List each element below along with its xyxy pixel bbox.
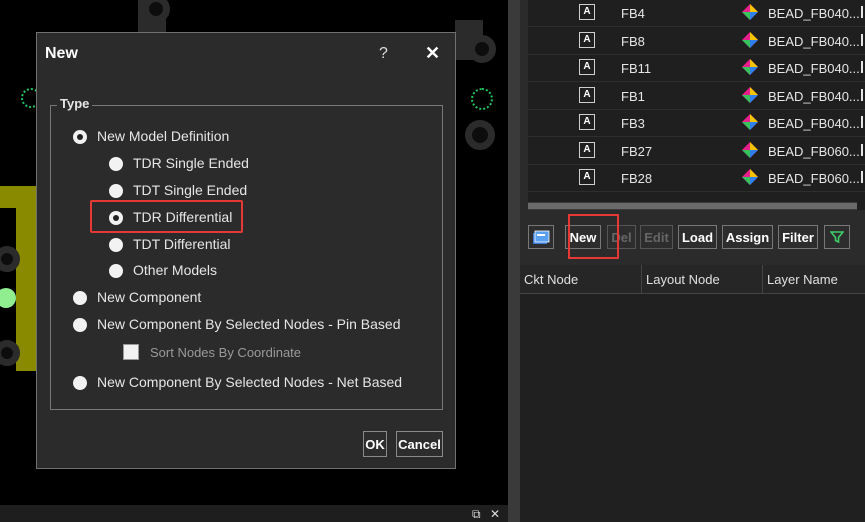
label-sort-nodes[interactable]: Sort Nodes By Coordinate xyxy=(150,345,301,360)
canvas-status-strip xyxy=(0,505,508,522)
radio-new-component[interactable] xyxy=(73,291,87,305)
designator: FB11 xyxy=(621,61,652,76)
list-item[interactable]: A FB11 BEAD_FB040... xyxy=(528,55,865,82)
part-name: BEAD_FB040... xyxy=(768,116,860,131)
list-item[interactable]: A FB4 BEAD_FB040... xyxy=(528,0,865,27)
scrollbar-thumb[interactable] xyxy=(528,203,857,209)
ok-button[interactable]: OK xyxy=(363,431,387,457)
close-icon[interactable]: ✕ xyxy=(490,507,500,521)
model-gem-icon xyxy=(741,113,759,131)
label-tdt-single-ended[interactable]: TDT Single Ended xyxy=(133,182,247,198)
cancel-button[interactable]: Cancel xyxy=(396,431,443,457)
panel-splitter[interactable] xyxy=(508,0,520,522)
clipped-column-edge xyxy=(861,6,863,18)
node-grid-header: Ckt Node Layout Node Layer Name xyxy=(520,265,865,294)
label-new-model-definition[interactable]: New Model Definition xyxy=(97,128,229,144)
model-gem-icon xyxy=(741,58,759,76)
node-grid: Ckt Node Layout Node Layer Name xyxy=(520,265,865,522)
radio-new-component-net-based[interactable] xyxy=(73,376,87,390)
close-icon[interactable]: ✕ xyxy=(425,43,440,64)
horizontal-scrollbar[interactable] xyxy=(528,202,857,210)
via-hole xyxy=(468,35,496,63)
type-group-label: Type xyxy=(57,96,93,111)
clipped-column-edge xyxy=(861,88,863,101)
label-new-component-net-based[interactable]: New Component By Selected Nodes - Net Ba… xyxy=(97,374,402,390)
model-gem-icon xyxy=(741,31,759,49)
designator: FB8 xyxy=(621,33,645,49)
designator: FB3 xyxy=(621,116,645,131)
label-other-models[interactable]: Other Models xyxy=(133,262,217,278)
pad-outline xyxy=(471,88,493,110)
help-icon[interactable]: ? xyxy=(379,45,388,63)
designator: FB27 xyxy=(621,143,653,159)
part-name: BEAD_FB040... xyxy=(768,33,860,49)
list-item[interactable]: A FB8 BEAD_FB040... xyxy=(528,28,865,55)
part-name: BEAD_FB040... xyxy=(768,88,860,104)
label-tdr-single-ended[interactable]: TDR Single Ended xyxy=(133,155,249,171)
radio-tdr-single-ended[interactable] xyxy=(109,157,123,171)
column-header-ckt-node[interactable]: Ckt Node xyxy=(520,265,642,293)
right-panel: A FB4 BEAD_FB040... A FB8 BEAD_FB040... A FB11 B… xyxy=(520,0,865,522)
via-hole xyxy=(465,120,495,150)
filter-button[interactable]: Filter xyxy=(778,225,818,249)
clipped-column-edge xyxy=(861,143,863,156)
component-type-icon: A xyxy=(579,4,595,20)
clipped-column-edge xyxy=(861,116,863,128)
funnel-icon xyxy=(829,231,845,244)
clipped-column-edge xyxy=(861,171,863,183)
new-button-highlight xyxy=(568,214,619,259)
checkbox-sort-nodes[interactable] xyxy=(123,344,139,360)
part-name: BEAD_FB040... xyxy=(768,6,860,21)
new-dialog: New ? ✕ Type New Model Definition TDR Si… xyxy=(36,32,456,469)
dialog-title: New xyxy=(45,45,78,62)
label-new-component-pin-based[interactable]: New Component By Selected Nodes - Pin Ba… xyxy=(97,316,401,332)
radio-new-component-pin-based[interactable] xyxy=(73,318,87,332)
component-type-icon: A xyxy=(579,141,595,158)
library-icon xyxy=(533,230,550,244)
component-type-icon: A xyxy=(579,59,595,75)
column-header-layer-name[interactable]: Layer Name xyxy=(763,265,865,293)
component-type-icon: A xyxy=(579,114,595,130)
designator: FB4 xyxy=(621,6,645,21)
list-item[interactable]: A FB28 BEAD_FB060... xyxy=(528,165,865,192)
component-type-icon: A xyxy=(579,31,595,48)
component-type-icon: A xyxy=(579,86,595,103)
designator: FB1 xyxy=(621,88,645,104)
tdr-differential-highlight xyxy=(90,200,243,233)
part-name: BEAD_FB060... xyxy=(768,171,860,186)
part-name: BEAD_FB040... xyxy=(768,61,860,76)
part-name: BEAD_FB060... xyxy=(768,143,860,159)
list-item[interactable]: A FB27 BEAD_FB060... xyxy=(528,138,865,165)
model-library-button[interactable] xyxy=(528,225,554,249)
pad xyxy=(0,288,16,308)
radio-tdt-single-ended[interactable] xyxy=(109,184,123,198)
model-gem-icon xyxy=(741,3,759,21)
label-new-component[interactable]: New Component xyxy=(97,289,201,305)
model-gem-icon xyxy=(741,86,759,104)
component-type-icon: A xyxy=(579,169,595,185)
list-item[interactable]: A FB3 BEAD_FB040... xyxy=(528,110,865,137)
column-header-layout-node[interactable]: Layout Node xyxy=(642,265,763,293)
designator: FB28 xyxy=(621,171,653,186)
clipped-column-edge xyxy=(861,61,863,73)
model-gem-icon xyxy=(741,168,759,186)
label-tdt-differential[interactable]: TDT Differential xyxy=(133,236,231,252)
assign-button[interactable]: Assign xyxy=(722,225,773,249)
component-list: A FB4 BEAD_FB040... A FB8 BEAD_FB040... A FB11 B… xyxy=(528,0,865,210)
model-gem-icon xyxy=(741,141,759,159)
component-toolbar: New Del Edit Load Assign Filter xyxy=(528,214,865,259)
type-group-box xyxy=(50,105,443,410)
radio-other-models[interactable] xyxy=(109,264,123,278)
list-item[interactable]: A FB1 BEAD_FB040... xyxy=(528,83,865,110)
radio-new-model-definition[interactable] xyxy=(73,130,87,144)
copper-trace xyxy=(16,186,38,371)
edit-button[interactable]: Edit xyxy=(640,225,673,249)
clipped-column-edge xyxy=(861,33,863,46)
load-button[interactable]: Load xyxy=(678,225,717,249)
radio-tdt-differential[interactable] xyxy=(109,238,123,252)
filter-funnel-button[interactable] xyxy=(824,225,850,249)
restore-icon[interactable]: ⧉ xyxy=(472,507,481,522)
